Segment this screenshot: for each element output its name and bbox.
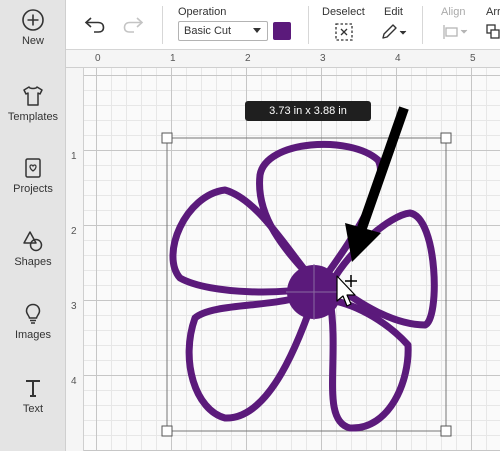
resize-handle[interactable] — [161, 132, 173, 144]
resize-handle[interactable] — [161, 425, 173, 437]
dimension-tooltip: 3.73 in x 3.88 in — [245, 101, 371, 121]
resize-handle[interactable] — [440, 132, 452, 144]
annotation-arrow — [357, 106, 409, 230]
selected-design — [161, 106, 452, 437]
resize-handle[interactable] — [440, 425, 452, 437]
